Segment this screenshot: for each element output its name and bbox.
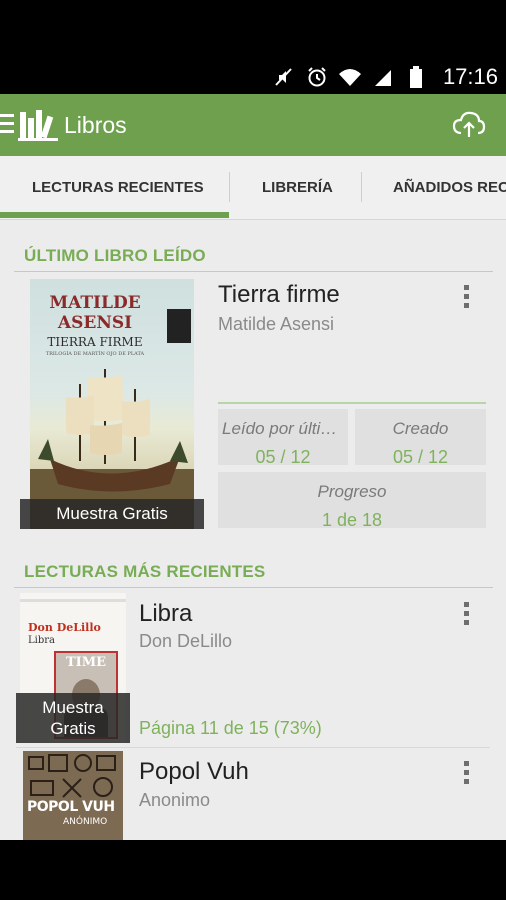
reading-progress: Página 11 de 15 (73%) [139,718,322,738]
sample-label: Muestra Gratis [16,693,130,743]
tab-bar: LECTURAS RECIENTES LIBRERÍA AÑADIDOS REC… [0,156,506,220]
tab-divider [361,172,362,202]
stat-created-label: Creado [392,419,449,438]
cover-title: Libra [28,635,55,646]
app-bar: Libros [0,94,506,156]
stat-created-value: 05 / 12 [392,447,449,467]
stat-last-read-value: 05 / 12 [255,447,311,467]
list-divider [16,747,490,748]
book-title[interactable]: Tierra firme [218,281,340,309]
cover-title: POPOL VUH [27,799,115,815]
stats-divider [218,402,486,404]
mute-icon [272,65,296,89]
section-header-last-read: ÚLTIMO LIBRO LEÍDO [24,246,206,265]
overflow-menu-icon[interactable] [461,285,471,313]
status-time: 17:16 [442,64,498,89]
stat-created: Creado 05 / 12 [355,409,486,467]
cover-author-line2: ASENSI [57,313,133,333]
tab-anadidos-recientes[interactable]: AÑADIDOS RECIENTEMENTE [393,156,506,220]
cover-author: ANÓNIMO [63,817,108,827]
cover-author: Don DeLillo [28,621,101,634]
navigation-bar [0,840,506,900]
book-cover-tierra-firme[interactable]: MATILDE ASENSI TIERRA FIRME TRILOGÍA DE … [30,279,194,529]
stat-progress-label: Progreso [317,482,387,501]
wifi-icon [338,65,362,89]
publisher-logo [167,309,191,343]
tab-selected-indicator [0,212,229,218]
signal-icon [371,65,395,89]
overflow-menu-icon[interactable] [461,602,471,630]
sample-label-line2: Gratis [50,719,96,738]
book-author: Anonimo [139,790,211,810]
cloud-sync-icon[interactable] [452,109,486,139]
stat-last-read: Leído por últim... 05 / 12 [218,409,348,467]
section-header-recent: LECTURAS MÁS RECIENTES [24,562,266,581]
book-author: Matilde Asensi [218,314,335,334]
book-cover-popol-vuh[interactable]: POPOL VUH ANÓNIMO [23,751,123,840]
sample-label: Muestra Gratis [20,499,204,529]
main-content: ÚLTIMO LIBRO LEÍDO MATILDE ASENSI TIERRA… [0,220,506,840]
magazine-title: TIME [65,655,107,670]
app-title: Libros [64,112,127,138]
overflow-menu-icon[interactable] [461,761,471,789]
stat-progress-value: 1 de 18 [321,510,383,530]
book-title[interactable]: Libra [139,600,192,628]
book-author: Don DeLillo [139,631,233,651]
status-bar: 17:16 [0,0,506,94]
hamburger-icon[interactable] [0,114,14,134]
cover-title: TIERRA FIRME [47,335,143,349]
battery-icon [404,65,428,89]
stat-last-read-label: Leído por últim... [222,419,348,438]
section-divider [14,271,493,272]
tab-lecturas-recientes[interactable]: LECTURAS RECIENTES [32,156,222,220]
tab-divider [229,172,230,202]
library-logo-icon[interactable] [18,106,58,142]
sample-label-line1: Muestra [42,698,104,717]
stat-progress: Progreso 1 de 18 [218,472,486,530]
alarm-icon [305,65,329,89]
book-title[interactable]: Popol Vuh [139,758,249,786]
cover-author-line1: MATILDE [49,293,141,313]
tab-libreria[interactable]: LIBRERÍA [262,156,352,220]
status-icons: 17:16 [272,64,498,90]
section-divider [14,587,493,588]
